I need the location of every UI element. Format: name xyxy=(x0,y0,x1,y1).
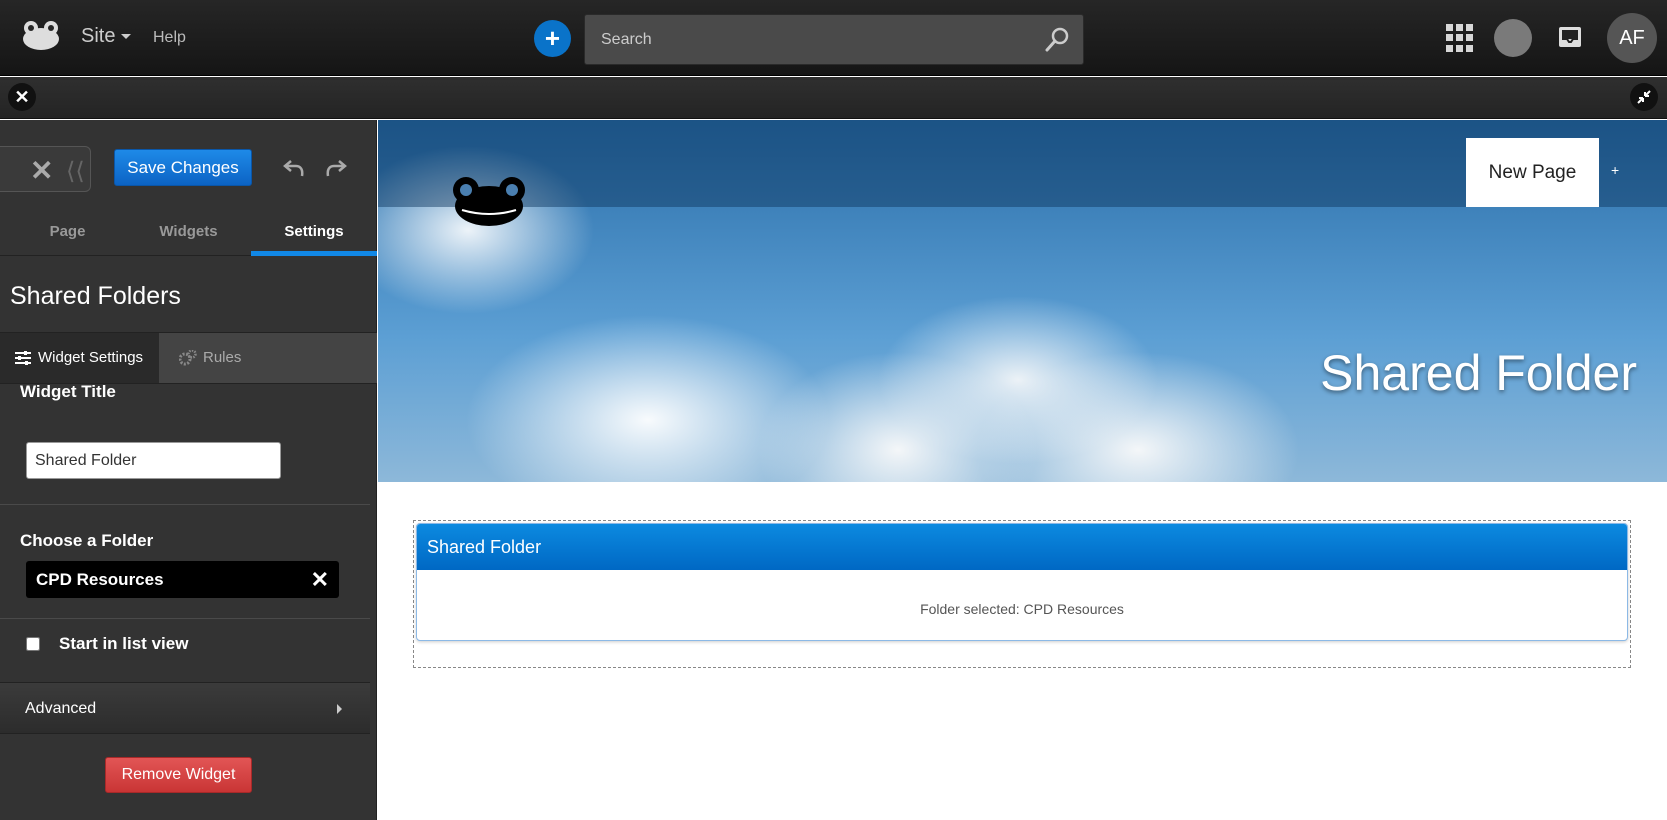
close-icon: ✕ xyxy=(14,87,30,107)
settings-sidebar: ✕ ⟨⟨ Save Changes Page Widgets Settings … xyxy=(0,120,377,820)
remove-folder-icon[interactable]: ✕ xyxy=(311,561,329,598)
search-input[interactable] xyxy=(585,15,1025,64)
collapse-button[interactable] xyxy=(1630,83,1658,111)
frog-logo-icon xyxy=(453,177,525,226)
search-box xyxy=(584,14,1084,65)
top-bar: Site Help + AF xyxy=(0,0,1667,76)
widget-drop-zone[interactable]: Shared Folder Folder selected: CPD Resou… xyxy=(413,520,1631,668)
selected-folder-chip: CPD Resources ✕ xyxy=(26,561,339,598)
page-preview: New Page + Shared Folder Shared Folder F… xyxy=(378,120,1667,820)
sliders-icon xyxy=(15,351,31,366)
gears-icon xyxy=(179,350,197,366)
apps-grid-icon[interactable] xyxy=(1446,24,1474,52)
subtab-widget-settings[interactable]: Widget Settings xyxy=(0,333,159,383)
search-icon[interactable] xyxy=(1043,26,1071,54)
list-view-label: Start in list view xyxy=(59,634,189,653)
site-menu[interactable]: Site xyxy=(81,25,132,48)
plus-icon: + xyxy=(544,23,561,53)
subtab-label: Widget Settings xyxy=(38,349,144,366)
site-menu-label: Site xyxy=(81,25,116,47)
divider xyxy=(0,618,370,619)
frog-logo-icon[interactable] xyxy=(20,20,62,52)
add-page-tab-button[interactable]: + xyxy=(1611,162,1619,178)
help-link[interactable]: Help xyxy=(153,29,186,47)
advanced-section-toggle[interactable]: Advanced xyxy=(0,682,370,734)
selected-folder-name: CPD Resources xyxy=(36,570,164,589)
subtab-label: Rules xyxy=(203,349,242,366)
edit-mode-bar: ✕ xyxy=(0,77,1667,119)
save-changes-button[interactable]: Save Changes xyxy=(114,149,252,186)
divider xyxy=(0,504,370,505)
chevron-down-icon xyxy=(121,34,132,40)
undo-icon[interactable] xyxy=(282,156,306,180)
list-view-checkbox[interactable] xyxy=(26,637,40,651)
tab-page[interactable]: Page xyxy=(5,208,130,256)
widget-body-text: Folder selected: CPD Resources xyxy=(920,601,1124,617)
widget-title-input[interactable] xyxy=(26,442,281,479)
collapse-arrows-icon xyxy=(1637,90,1651,104)
nav-tab-new-page[interactable]: New Page xyxy=(1466,138,1599,207)
close-icon: ✕ xyxy=(30,155,54,186)
choose-folder-label: Choose a Folder xyxy=(20,531,154,550)
widget-title-label: Widget Title xyxy=(20,382,116,401)
banner-image: New Page + Shared Folder xyxy=(378,120,1667,482)
advanced-label: Advanced xyxy=(25,700,97,717)
widget-header: Shared Folder xyxy=(417,524,1627,570)
close-edit-button[interactable]: ✕ xyxy=(8,83,36,111)
avatar[interactable]: AF xyxy=(1607,13,1657,63)
add-button[interactable]: + xyxy=(534,20,571,57)
settings-subtabs: Widget Settings Rules xyxy=(0,332,377,384)
remove-widget-button[interactable]: Remove Widget xyxy=(105,757,252,793)
close-panel-button[interactable]: ✕ ⟨⟨ xyxy=(0,146,91,192)
subtab-rules[interactable]: Rules xyxy=(159,333,377,383)
chevron-right-icon xyxy=(337,704,342,714)
tab-settings[interactable]: Settings xyxy=(251,208,377,256)
status-circle-button[interactable] xyxy=(1494,19,1532,57)
redo-icon[interactable] xyxy=(324,156,348,180)
drag-handle-icon: ⟨⟨ xyxy=(66,158,85,185)
inbox-icon[interactable] xyxy=(1557,24,1583,50)
page-title: Shared Folder xyxy=(1320,345,1637,401)
panel-title: Shared Folders xyxy=(10,282,181,310)
shared-folder-widget[interactable]: Shared Folder Folder selected: CPD Resou… xyxy=(416,523,1628,641)
sidebar-tabs: Page Widgets Settings xyxy=(0,208,377,256)
sidebar-toolbar: ✕ ⟨⟨ Save Changes xyxy=(0,120,377,210)
tab-widgets[interactable]: Widgets xyxy=(126,208,251,256)
